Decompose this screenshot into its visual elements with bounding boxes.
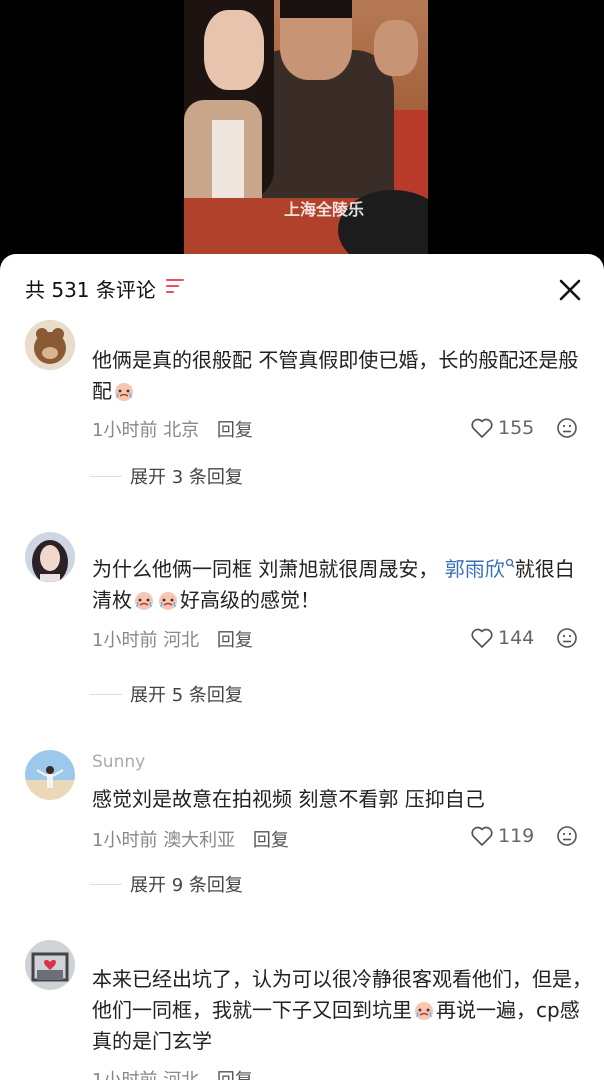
reply-button[interactable]: 回复 bbox=[217, 630, 253, 651]
comment-text-content: 他俩是真的很般配 不管真假即使已婚，长的般配还是般配 bbox=[92, 348, 579, 403]
video-woman-face bbox=[204, 10, 264, 90]
heart-icon bbox=[471, 418, 493, 438]
mention-link[interactable]: 郭雨欣 bbox=[445, 557, 505, 581]
video-player[interactable]: 上海全陵乐 bbox=[0, 0, 604, 254]
comment-meta: 1小时前 河北 回复 bbox=[92, 626, 253, 652]
reply-button[interactable]: 回复 bbox=[217, 1070, 253, 1080]
comment-location: 北京 bbox=[163, 420, 200, 441]
reply-button[interactable]: 回复 bbox=[253, 830, 289, 851]
crying-face-emoji bbox=[135, 592, 153, 610]
comment-meta: 1小时前 北京 回复 bbox=[92, 416, 253, 442]
expand-replies-label: 展开 5 条回复 bbox=[130, 685, 243, 706]
comment-count: 共 531 条评论 bbox=[25, 278, 156, 302]
close-icon[interactable] bbox=[556, 276, 584, 304]
comment-text: 感觉刘是故意在拍视频 刻意不看郭 压抑自己 bbox=[92, 784, 592, 815]
expand-replies[interactable]: 展开 3 条回复 bbox=[90, 464, 243, 488]
username[interactable]: Sunny bbox=[92, 752, 145, 772]
avatar[interactable] bbox=[25, 940, 75, 990]
expand-replies-label: 展开 9 条回复 bbox=[130, 875, 243, 896]
expand-replies[interactable]: 展开 5 条回复 bbox=[90, 682, 243, 706]
comment-item: 他俩是真的很般配 不管真假即使已婚，长的般配还是般配 1小时前 北京 回复 15… bbox=[0, 320, 604, 510]
video-watermark: 上海全陵乐 bbox=[284, 200, 365, 219]
like-count: 144 bbox=[498, 627, 535, 649]
search-icon bbox=[505, 558, 515, 568]
avatar[interactable] bbox=[25, 320, 75, 370]
reply-button[interactable]: 回复 bbox=[217, 420, 253, 441]
expand-replies[interactable]: 展开 9 条回复 bbox=[90, 872, 243, 896]
heart-icon bbox=[471, 826, 493, 846]
expand-replies-label: 展开 3 条回复 bbox=[130, 467, 243, 488]
dislike-face-icon[interactable] bbox=[556, 627, 578, 649]
comment-location: 河北 bbox=[163, 1070, 199, 1080]
comment-meta: 1小时前 河北 回复 bbox=[92, 1066, 253, 1080]
heart-icon bbox=[471, 628, 493, 648]
comment-text-content-3: 好高级的感觉！ bbox=[180, 588, 320, 612]
comment-text: 本来已经出坑了，认为可以很冷静很客观看他们，但是，他们一同框，我就一下子又回到坑… bbox=[92, 964, 592, 1057]
video-man-hair bbox=[280, 0, 352, 18]
dislike-face-icon[interactable] bbox=[556, 825, 578, 847]
comment-item: 为什么他俩一同框 刘萧旭就很周晟安， 郭雨欣 就很白清枚 好高级的感觉！ 1小时前 … bbox=[0, 530, 604, 720]
like-button[interactable]: 119 bbox=[470, 824, 534, 848]
comment-text: 为什么他俩一同框 刘萧旭就很周晟安， 郭雨欣 就很白清枚 好高级的感觉！ bbox=[92, 554, 592, 616]
like-button[interactable]: 155 bbox=[470, 416, 534, 440]
comment-text: 他俩是真的很般配 不管真假即使已婚，长的般配还是般配 bbox=[92, 345, 592, 407]
video-hand bbox=[374, 20, 418, 76]
comment-time: 1小时前 bbox=[92, 420, 158, 441]
avatar[interactable] bbox=[25, 532, 75, 582]
expand-divider bbox=[90, 883, 122, 885]
comment-time: 1小时前 bbox=[92, 630, 158, 651]
comment-item: Sunny 感觉刘是故意在拍视频 刻意不看郭 压抑自己 1小时前 澳大利亚 回复… bbox=[0, 750, 604, 910]
comment-meta: 1小时前 澳大利亚 回复 bbox=[92, 826, 289, 852]
comment-location: 河北 bbox=[163, 630, 200, 651]
crying-face-emoji bbox=[415, 1002, 433, 1020]
expand-divider bbox=[90, 693, 122, 695]
expand-divider bbox=[90, 475, 122, 477]
comment-panel: 共 531 条评论 他俩是真的很般配 不管真假即使已婚，长的般配还是般配 1小时… bbox=[0, 254, 604, 1080]
dislike-face-icon[interactable] bbox=[556, 417, 578, 439]
video-frame[interactable]: 上海全陵乐 bbox=[184, 0, 428, 254]
panel-header: 共 531 条评论 bbox=[0, 254, 604, 320]
sort-icon[interactable] bbox=[166, 279, 186, 295]
crying-face-emoji bbox=[159, 592, 177, 610]
comment-location: 澳大利亚 bbox=[163, 830, 236, 851]
like-button[interactable]: 144 bbox=[470, 626, 534, 650]
comment-text-content: 为什么他俩一同框 刘萧旭就很周晟安， bbox=[92, 557, 439, 581]
video-woman-shirt bbox=[212, 120, 244, 200]
like-count: 119 bbox=[498, 825, 535, 847]
comment-time: 1小时前 bbox=[92, 1070, 157, 1080]
comment-text-content: 感觉刘是故意在拍视频 刻意不看郭 压抑自己 bbox=[92, 787, 485, 811]
comment-time: 1小时前 bbox=[92, 830, 158, 851]
crying-face-emoji bbox=[115, 383, 133, 401]
like-count: 155 bbox=[498, 417, 535, 439]
comment-item: 本来已经出坑了，认为可以很冷静很客观看他们，但是，他们一同框，我就一下子又回到坑… bbox=[0, 940, 604, 1080]
avatar[interactable] bbox=[25, 750, 75, 800]
